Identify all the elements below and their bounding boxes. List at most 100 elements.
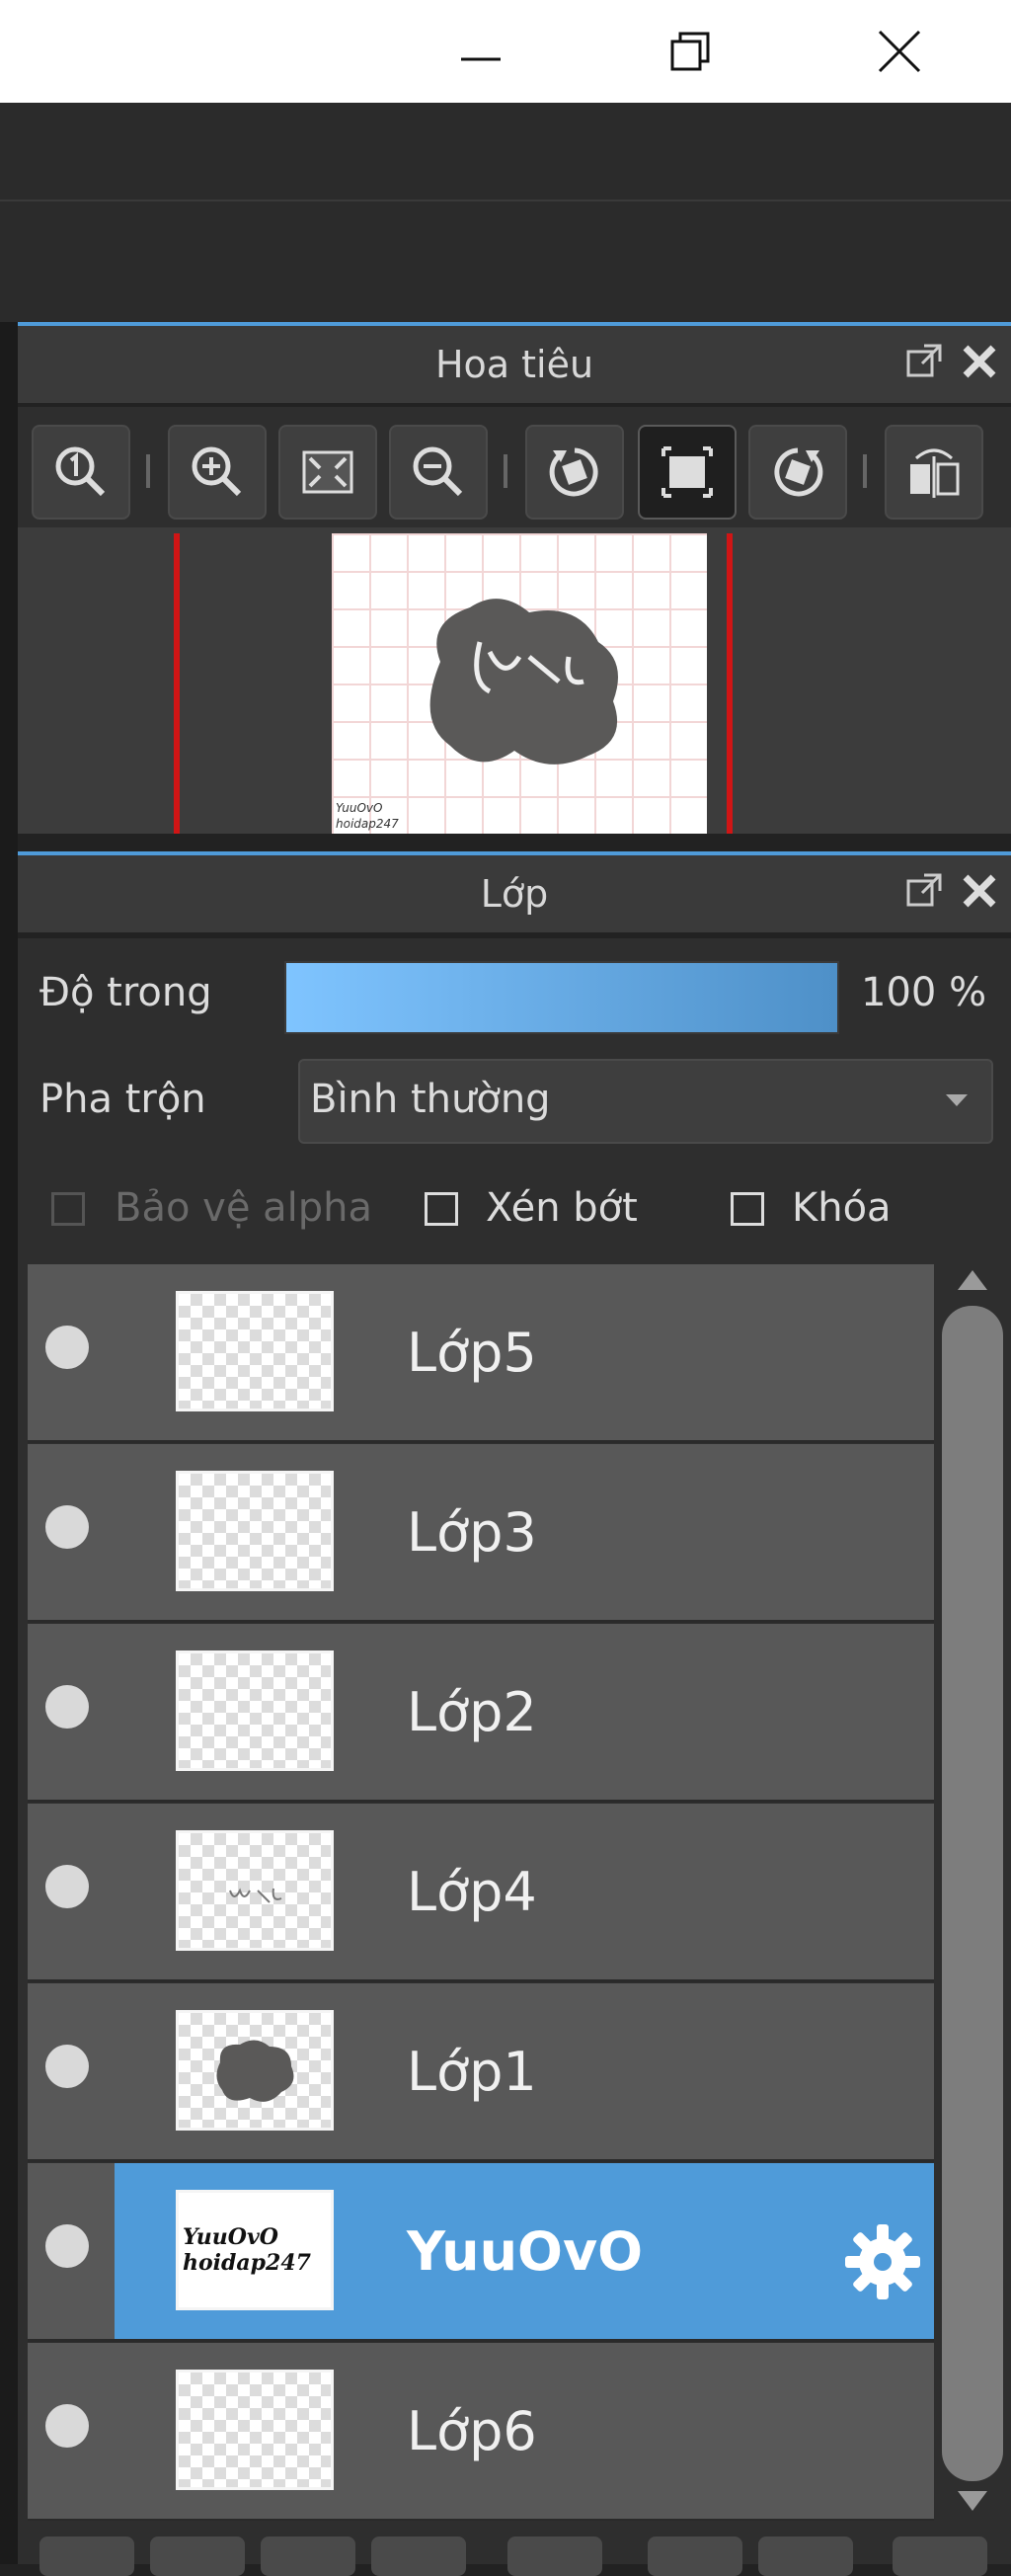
rotate-left-button[interactable] — [525, 425, 624, 520]
layer-thumbnail — [176, 1830, 334, 1951]
canvas-artwork: YuuOvO hoidap247 — [336, 599, 618, 831]
blend-mode-select[interactable]: Bình thường — [298, 1059, 993, 1144]
toolbar-separator — [146, 454, 150, 488]
layer-row[interactable]: Lớp1 — [28, 1983, 934, 2162]
layer-row[interactable]: Lớp4 — [28, 1804, 934, 1982]
layer-name: Lớp5 — [407, 1321, 537, 1384]
toolbar-separator — [504, 454, 507, 488]
visibility-toggle[interactable] — [45, 1326, 89, 1369]
protect-alpha-checkbox[interactable] — [51, 1192, 85, 1226]
fit-screen-button[interactable] — [278, 425, 377, 520]
duplicate-layer-button[interactable] — [261, 2536, 355, 2576]
panel-close-icon[interactable] — [960, 871, 999, 911]
canvas-thumbnail: YuuOvO hoidap247 — [332, 533, 707, 834]
fit-window-button[interactable] — [638, 425, 737, 520]
panel-close-icon[interactable] — [960, 342, 999, 381]
layer-row[interactable]: Lớp5 — [28, 1264, 934, 1443]
tool-bar — [0, 201, 1011, 322]
zoom-in-icon — [192, 446, 242, 497]
layer-thumbnail-art — [229, 1888, 282, 1903]
rotate-right-icon — [774, 447, 823, 497]
zoom-out-icon — [413, 446, 463, 497]
layer-name: YuuOvO — [407, 2219, 644, 2283]
move-layer-button[interactable] — [507, 2536, 602, 2576]
lock-checkbox[interactable] — [731, 1192, 764, 1226]
opacity-slider[interactable] — [284, 961, 839, 1034]
layer-thumbnail — [176, 2010, 334, 2131]
view-frame-right — [727, 533, 733, 834]
left-dock-strip — [0, 322, 18, 2564]
close-button[interactable] — [845, 0, 954, 103]
visibility-toggle[interactable] — [45, 1865, 89, 1908]
visibility-toggle[interactable] — [45, 2224, 89, 2268]
layer-thumbnail — [176, 1471, 334, 1591]
toolbar-separator — [863, 454, 867, 488]
layers-panel-title: Lớp — [480, 872, 549, 916]
minimize-icon — [461, 57, 501, 61]
new-layer-button[interactable] — [39, 2536, 134, 2576]
protect-alpha-label: Bảo vệ alpha — [115, 1185, 373, 1231]
zoom-actual-icon — [55, 446, 106, 497]
layer-thumbnail: YuuOvO hoidap247 — [176, 2190, 334, 2310]
layer-name: Lớp4 — [407, 1860, 537, 1923]
visibility-toggle[interactable] — [45, 1685, 89, 1729]
layer-row[interactable]: Lớp3 — [28, 1444, 934, 1623]
layer-row[interactable]: Lớp6 — [28, 2343, 934, 2522]
window-titlebar — [0, 0, 1011, 103]
clipping-checkbox[interactable] — [425, 1192, 458, 1226]
layer-row[interactable]: Lớp2 — [28, 1624, 934, 1803]
undock-icon[interactable] — [904, 871, 944, 911]
zoom-actual-button[interactable] — [32, 425, 130, 520]
layer-options-button[interactable] — [758, 2536, 853, 2576]
close-icon — [878, 30, 921, 73]
rotate-right-button[interactable] — [748, 425, 847, 520]
gear-icon[interactable] — [841, 2220, 924, 2303]
layer-thumbnail-art — [216, 2040, 294, 2102]
flip-horizontal-button[interactable] — [885, 425, 983, 520]
svg-text:hoidap247: hoidap247 — [336, 817, 399, 831]
lock-label: Khóa — [792, 1185, 892, 1231]
layer-row-selected[interactable]: YuuOvO hoidap247 YuuOvO — [28, 2163, 934, 2342]
maximize-button[interactable] — [636, 0, 744, 103]
layer-thumbnail — [176, 2370, 334, 2490]
layers-panel-header: Lớp — [18, 851, 1011, 932]
delete-layer-button[interactable] — [893, 2536, 987, 2576]
visibility-toggle[interactable] — [45, 2404, 89, 2448]
clipping-label: Xén bớt — [486, 1185, 638, 1231]
layer-name: Lớp1 — [407, 2040, 537, 2103]
navigator-panel-title: Hoa tiêu — [434, 343, 594, 386]
layer-thumbnail — [176, 1291, 334, 1411]
layer-list: Lớp5 Lớp3 Lớp2 Lớp4 Lớp1 YuuOvO hoidap24… — [28, 1264, 934, 2522]
layer-name: Lớp3 — [407, 1500, 537, 1564]
rotate-left-icon — [549, 447, 598, 497]
svg-text:YuuOvO: YuuOvO — [336, 801, 382, 815]
chevron-down-icon — [946, 1094, 968, 1106]
navigator-panel-header: Hoa tiêu — [18, 322, 1011, 403]
view-frame-left — [174, 533, 180, 834]
flip-horizontal-icon — [910, 448, 960, 498]
fit-window-icon — [661, 446, 713, 498]
minimize-button[interactable] — [427, 0, 535, 103]
layer-name: Lớp6 — [407, 2399, 537, 2462]
merge-layer-button[interactable] — [371, 2536, 466, 2576]
thumbnail-text: YuuOvO — [183, 2224, 278, 2250]
scroll-down-icon[interactable] — [956, 2489, 989, 2513]
visibility-toggle[interactable] — [45, 2045, 89, 2088]
layer-name: Lớp2 — [407, 1680, 537, 1743]
undock-icon[interactable] — [904, 342, 944, 381]
opacity-value: 100 % — [861, 970, 987, 1015]
layer-mask-button[interactable] — [648, 2536, 742, 2576]
visibility-toggle[interactable] — [45, 1505, 89, 1549]
blend-label: Pha trộn — [39, 1077, 206, 1122]
layer-thumbnail — [176, 1650, 334, 1771]
zoom-out-button[interactable] — [389, 425, 488, 520]
new-layer-folder-button[interactable] — [150, 2536, 245, 2576]
menu-bar — [0, 103, 1011, 201]
opacity-label: Độ trong — [39, 970, 212, 1015]
zoom-in-button[interactable] — [168, 425, 267, 520]
fit-screen-icon — [302, 450, 353, 494]
maximize-icon — [670, 32, 710, 71]
scrollbar-thumb[interactable] — [942, 1306, 1003, 2481]
thumbnail-text: hoidap247 — [183, 2250, 311, 2276]
scroll-up-icon[interactable] — [956, 1268, 989, 1292]
